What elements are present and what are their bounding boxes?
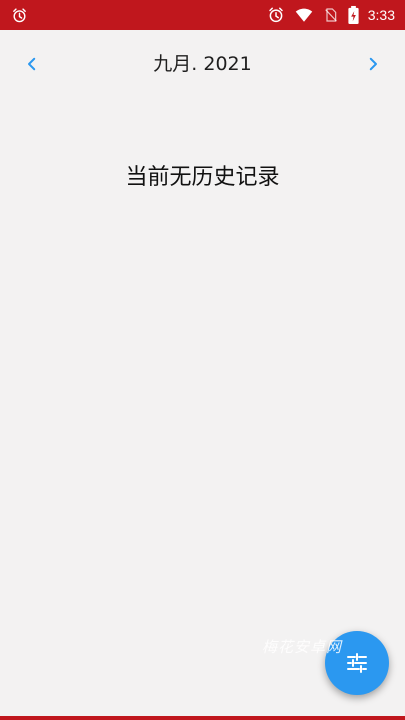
next-month-button[interactable] xyxy=(359,50,387,78)
watermark-text: 梅花安卓网 xyxy=(262,638,343,656)
empty-history-message: 当前无历史记录 xyxy=(125,165,280,190)
battery-charging-icon xyxy=(348,5,359,25)
alarm-icon xyxy=(13,8,26,23)
sliders-icon xyxy=(347,653,367,673)
chevron-right-icon xyxy=(369,57,377,71)
status-icons: 3:33 xyxy=(267,0,395,30)
month-title: 九月. 2021 xyxy=(153,53,252,75)
status-time: 3:33 xyxy=(367,7,395,23)
status-bar: 3:33 xyxy=(0,0,405,30)
alarm-icon xyxy=(269,7,283,23)
no-sim-icon xyxy=(324,8,337,22)
bottom-accent-bar xyxy=(0,716,405,720)
wifi-icon xyxy=(295,8,312,22)
month-header: 九月. 2021 xyxy=(0,30,405,98)
